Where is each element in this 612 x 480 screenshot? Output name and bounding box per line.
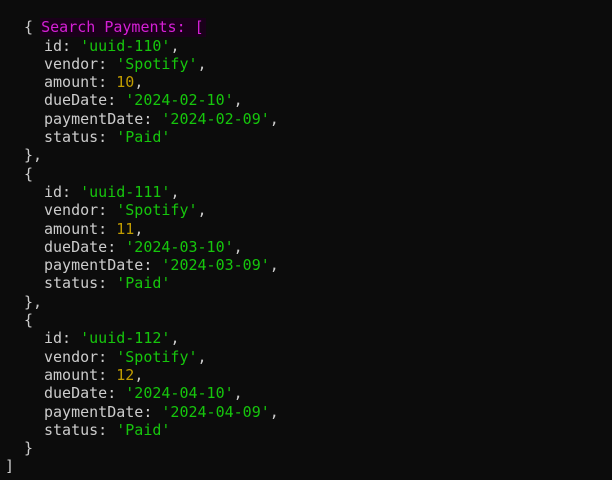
comma: , bbox=[233, 237, 243, 256]
key-payment-date: paymentDate: bbox=[44, 402, 162, 421]
field-vendor: vendor: 'Spotify', bbox=[0, 201, 612, 219]
value-status: 'Paid' bbox=[116, 128, 171, 147]
open-brace: { bbox=[24, 311, 34, 330]
field-status: status: 'Paid' bbox=[0, 274, 612, 292]
value-amount: 11 bbox=[116, 219, 135, 238]
value-amount: 10 bbox=[116, 73, 135, 92]
value-payment-date: '2024-02-09' bbox=[161, 109, 270, 128]
key-due-date: dueDate: bbox=[44, 91, 126, 110]
value-vendor: 'Spotify' bbox=[116, 347, 198, 366]
open-brace: { bbox=[24, 18, 34, 37]
key-due-date: dueDate: bbox=[44, 237, 126, 256]
key-amount: amount: bbox=[44, 73, 117, 92]
closing-bracket-line: ] bbox=[0, 457, 612, 475]
value-status: 'Paid' bbox=[116, 274, 171, 293]
output-header-line: Search Payments: [ bbox=[0, 0, 612, 37]
value-id: 'uuid-110' bbox=[80, 36, 171, 55]
record-close-brace: } bbox=[0, 439, 612, 457]
field-vendor: vendor: 'Spotify', bbox=[0, 55, 612, 73]
close-brace: }, bbox=[24, 146, 43, 165]
key-status: status: bbox=[44, 420, 117, 439]
closing-bracket: ] bbox=[5, 457, 15, 476]
field-payment-date: paymentDate: '2024-02-09', bbox=[0, 110, 612, 128]
key-due-date: dueDate: bbox=[44, 384, 126, 403]
record-close-brace: }, bbox=[0, 293, 612, 311]
comma: , bbox=[269, 109, 279, 128]
field-due-date: dueDate: '2024-02-10', bbox=[0, 91, 612, 109]
value-amount: 12 bbox=[116, 365, 135, 384]
key-vendor: vendor: bbox=[44, 201, 117, 220]
value-payment-date: '2024-03-09' bbox=[161, 256, 270, 275]
key-payment-date: paymentDate: bbox=[44, 109, 162, 128]
comma: , bbox=[197, 347, 207, 366]
key-amount: amount: bbox=[44, 219, 117, 238]
close-brace: }, bbox=[24, 292, 43, 311]
field-amount: amount: 11, bbox=[0, 220, 612, 238]
value-due-date: '2024-03-10' bbox=[125, 237, 234, 256]
key-payment-date: paymentDate: bbox=[44, 256, 162, 275]
comma: , bbox=[197, 54, 207, 73]
value-id: 'uuid-111' bbox=[80, 182, 171, 201]
field-due-date: dueDate: '2024-04-10', bbox=[0, 384, 612, 402]
terminal-window[interactable]: Search Payments: [ { id: 'uuid-110', ven… bbox=[0, 0, 612, 480]
field-status: status: 'Paid' bbox=[0, 421, 612, 439]
key-amount: amount: bbox=[44, 365, 117, 384]
field-id: id: 'uuid-111', bbox=[0, 183, 612, 201]
key-id: id: bbox=[44, 329, 81, 348]
key-status: status: bbox=[44, 274, 117, 293]
record-close-brace: }, bbox=[0, 146, 612, 164]
value-status: 'Paid' bbox=[116, 420, 171, 439]
key-id: id: bbox=[44, 182, 81, 201]
field-payment-date: paymentDate: '2024-03-09', bbox=[0, 256, 612, 274]
key-vendor: vendor: bbox=[44, 347, 117, 366]
comma: , bbox=[197, 201, 207, 220]
field-id: id: 'uuid-112', bbox=[0, 329, 612, 347]
comma: , bbox=[269, 402, 279, 421]
record-open-brace: { bbox=[0, 311, 612, 329]
field-amount: amount: 10, bbox=[0, 73, 612, 91]
value-due-date: '2024-02-10' bbox=[125, 91, 234, 110]
field-amount: amount: 12, bbox=[0, 366, 612, 384]
value-id: 'uuid-112' bbox=[80, 329, 171, 348]
output-header-label: Search Payments: [ bbox=[40, 18, 206, 37]
comma: , bbox=[134, 219, 144, 238]
value-vendor: 'Spotify' bbox=[116, 201, 198, 220]
value-vendor: 'Spotify' bbox=[116, 54, 198, 73]
comma: , bbox=[233, 91, 243, 110]
open-brace: { bbox=[24, 164, 34, 183]
key-id: id: bbox=[44, 36, 81, 55]
value-due-date: '2024-04-10' bbox=[125, 384, 234, 403]
field-status: status: 'Paid' bbox=[0, 128, 612, 146]
comma: , bbox=[269, 256, 279, 275]
field-due-date: dueDate: '2024-03-10', bbox=[0, 238, 612, 256]
value-payment-date: '2024-04-09' bbox=[161, 402, 270, 421]
key-vendor: vendor: bbox=[44, 54, 117, 73]
field-payment-date: paymentDate: '2024-04-09', bbox=[0, 403, 612, 421]
close-brace: } bbox=[24, 439, 34, 458]
comma: , bbox=[170, 182, 180, 201]
comma: , bbox=[134, 365, 144, 384]
field-vendor: vendor: 'Spotify', bbox=[0, 348, 612, 366]
comma: , bbox=[134, 73, 144, 92]
comma: , bbox=[170, 329, 180, 348]
key-status: status: bbox=[44, 128, 117, 147]
field-id: id: 'uuid-110', bbox=[0, 37, 612, 55]
comma: , bbox=[233, 384, 243, 403]
comma: , bbox=[170, 36, 180, 55]
record-open-brace: { bbox=[0, 165, 612, 183]
